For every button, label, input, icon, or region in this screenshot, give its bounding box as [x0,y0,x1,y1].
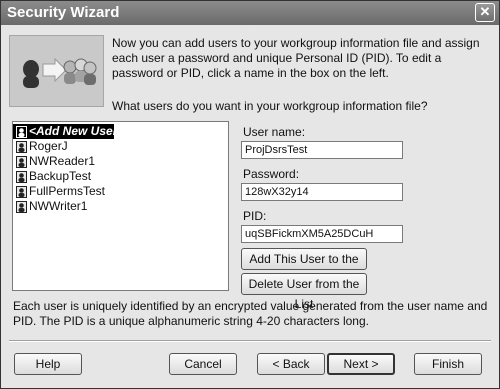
window-title: Security Wizard [7,4,120,21]
delete-user-button[interactable]: Delete User from the List [241,273,367,311]
password-field[interactable]: 128wX32y14 [241,183,403,201]
cancel-button[interactable]: Cancel [169,353,237,375]
next-button[interactable]: Next > [327,353,395,375]
add-user-button[interactable]: Add This User to the List [241,248,367,286]
list-item[interactable]: NWWriter1 [13,199,228,214]
divider [9,340,491,342]
users-illustration-icon [23,57,97,88]
pid-label: PID: [243,209,267,223]
list-item-label: <Add New User> [29,124,125,138]
list-item[interactable]: FullPermsTest [13,184,228,199]
list-item-label: NWWriter1 [29,199,88,213]
finish-button[interactable]: Finish [414,353,482,375]
username-field[interactable]: ProjDsrsTest [241,141,403,159]
user-icon [16,140,27,153]
security-wizard-window: Security Wizard ✕ Now you can add users … [0,0,500,389]
user-icon [16,185,27,198]
users-question: What users do you want in your workgroup… [112,99,428,113]
password-label: Password: [243,167,300,181]
username-label: User name: [243,125,306,139]
list-item[interactable]: RogerJ [13,139,228,154]
list-item-label: RogerJ [29,139,68,153]
close-icon: ✕ [479,4,491,19]
list-item-label: FullPermsTest [29,184,106,198]
title-bar: Security Wizard ✕ [1,1,499,25]
list-item-label: BackupTest [29,169,92,183]
back-button[interactable]: < Back [257,353,325,375]
user-icon [16,125,27,138]
pid-field[interactable]: uqSBFickmXM5A25DCuH [241,225,403,243]
close-button[interactable]: ✕ [475,3,495,22]
list-item-label: NWReader1 [29,154,96,168]
list-item[interactable]: NWReader1 [13,154,228,169]
help-button[interactable]: Help [14,353,82,375]
user-list[interactable]: <Add New User> RogerJ NWReader1 BackupTest F… [12,121,229,291]
intro-text: Now you can add users to your workgroup … [112,36,480,80]
wizard-graphic [9,35,104,107]
footnote-text: Each user is uniquely identified by an e… [13,299,488,328]
user-icon [16,170,27,183]
user-icon [16,155,27,168]
user-icon [16,200,27,213]
list-item[interactable]: BackupTest [13,169,228,184]
list-item[interactable]: <Add New User> [13,124,124,139]
